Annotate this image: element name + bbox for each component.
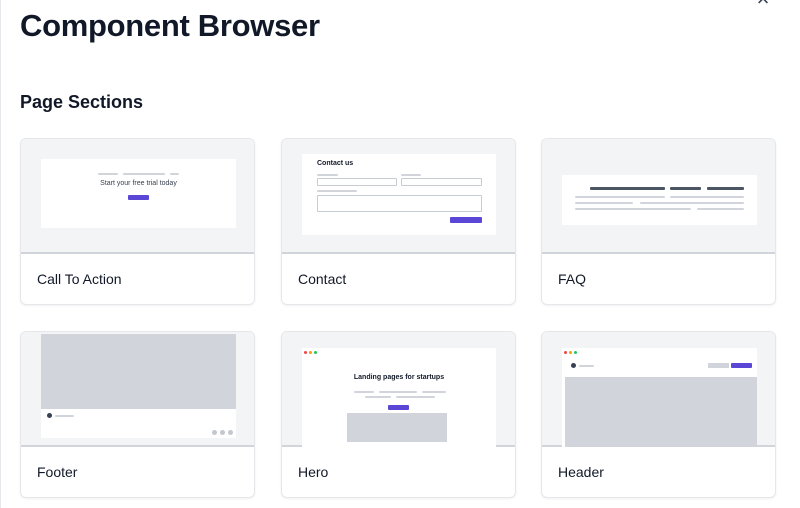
faq-preview	[542, 139, 775, 254]
preview-text-line	[422, 391, 446, 393]
preview-social-icon	[220, 430, 225, 435]
preview-textarea	[317, 195, 482, 212]
preview-input	[401, 178, 482, 186]
preview-text-line	[579, 365, 594, 367]
page-title: Component Browser	[20, 8, 320, 43]
preview-page: Start your free trial today	[41, 159, 236, 228]
card-label: Contact	[298, 271, 347, 287]
preview-text-line	[396, 396, 435, 398]
window-close-dot	[564, 351, 567, 354]
preview-footer-bar	[41, 409, 236, 438]
close-icon[interactable]: ×	[752, 0, 774, 10]
preview-cta-button	[388, 405, 409, 410]
card-label: Header	[558, 464, 604, 480]
preview-logo	[47, 413, 52, 418]
preview-image-placeholder	[347, 413, 447, 442]
preview-cta-button	[128, 195, 149, 200]
header-preview	[542, 332, 775, 447]
component-card-call-to-action[interactable]: Start your free trial today Call To Acti…	[20, 138, 255, 305]
preview-social-icon	[228, 430, 233, 435]
preview-headline: Landing pages for startups	[353, 374, 445, 381]
preview-text-line	[354, 391, 374, 393]
preview-page	[562, 175, 757, 225]
footer-preview	[21, 332, 254, 447]
preview-text-line	[640, 202, 744, 204]
preview-social-icon	[212, 430, 217, 435]
contact-preview: Contact us	[282, 139, 515, 254]
preview-text-line	[365, 396, 391, 398]
hero-preview: Landing pages for startups	[282, 332, 515, 447]
preview-headline: Contact us	[317, 160, 354, 167]
preview-text-line	[123, 173, 165, 175]
card-label: FAQ	[558, 271, 587, 287]
preview-text-line	[170, 173, 179, 175]
window-zoom-dot	[574, 351, 577, 354]
preview-image-placeholder	[565, 377, 757, 447]
component-card-footer[interactable]: Footer	[20, 331, 255, 498]
component-card-faq[interactable]: FAQ	[541, 138, 776, 305]
component-card-contact[interactable]: Contact us Contact	[281, 138, 516, 305]
window-minimize-dot	[569, 351, 572, 354]
preview-text-line	[379, 391, 417, 393]
preview-text-line	[317, 190, 357, 192]
preview-text-line	[697, 208, 744, 210]
preview-page	[562, 348, 757, 447]
preview-text-line	[575, 208, 691, 210]
section-title: Page Sections	[20, 92, 144, 112]
preview-text-line	[707, 187, 744, 190]
preview-text-line	[575, 196, 665, 198]
preview-nav-button	[708, 363, 729, 368]
window-zoom-dot	[314, 351, 317, 354]
component-card-hero[interactable]: Landing pages for startups Hero	[281, 331, 516, 498]
preview-text-line	[55, 415, 74, 417]
card-label: Footer	[37, 464, 78, 480]
preview-cta-button	[731, 363, 752, 368]
component-card-header[interactable]: Header	[541, 331, 776, 498]
preview-text-line	[317, 174, 338, 176]
window-close-dot	[304, 351, 307, 354]
preview-text-line	[401, 174, 421, 176]
window-minimize-dot	[309, 351, 312, 354]
preview-submit-button	[450, 217, 482, 223]
preview-page: Contact us	[302, 154, 496, 235]
preview-text-line	[670, 187, 701, 190]
call-to-action-preview: Start your free trial today	[21, 139, 254, 254]
preview-input	[317, 178, 397, 186]
preview-text-line	[590, 187, 665, 190]
preview-image-placeholder	[41, 334, 236, 409]
card-label: Hero	[298, 464, 329, 480]
preview-text-line	[670, 196, 744, 198]
preview-text-line	[98, 173, 118, 175]
window-left-border	[0, 0, 1, 508]
preview-headline: Start your free trial today	[100, 180, 177, 187]
preview-page: Landing pages for startups	[302, 348, 496, 447]
preview-logo	[571, 363, 576, 368]
card-label: Call To Action	[37, 271, 122, 287]
preview-text-line	[575, 202, 633, 204]
